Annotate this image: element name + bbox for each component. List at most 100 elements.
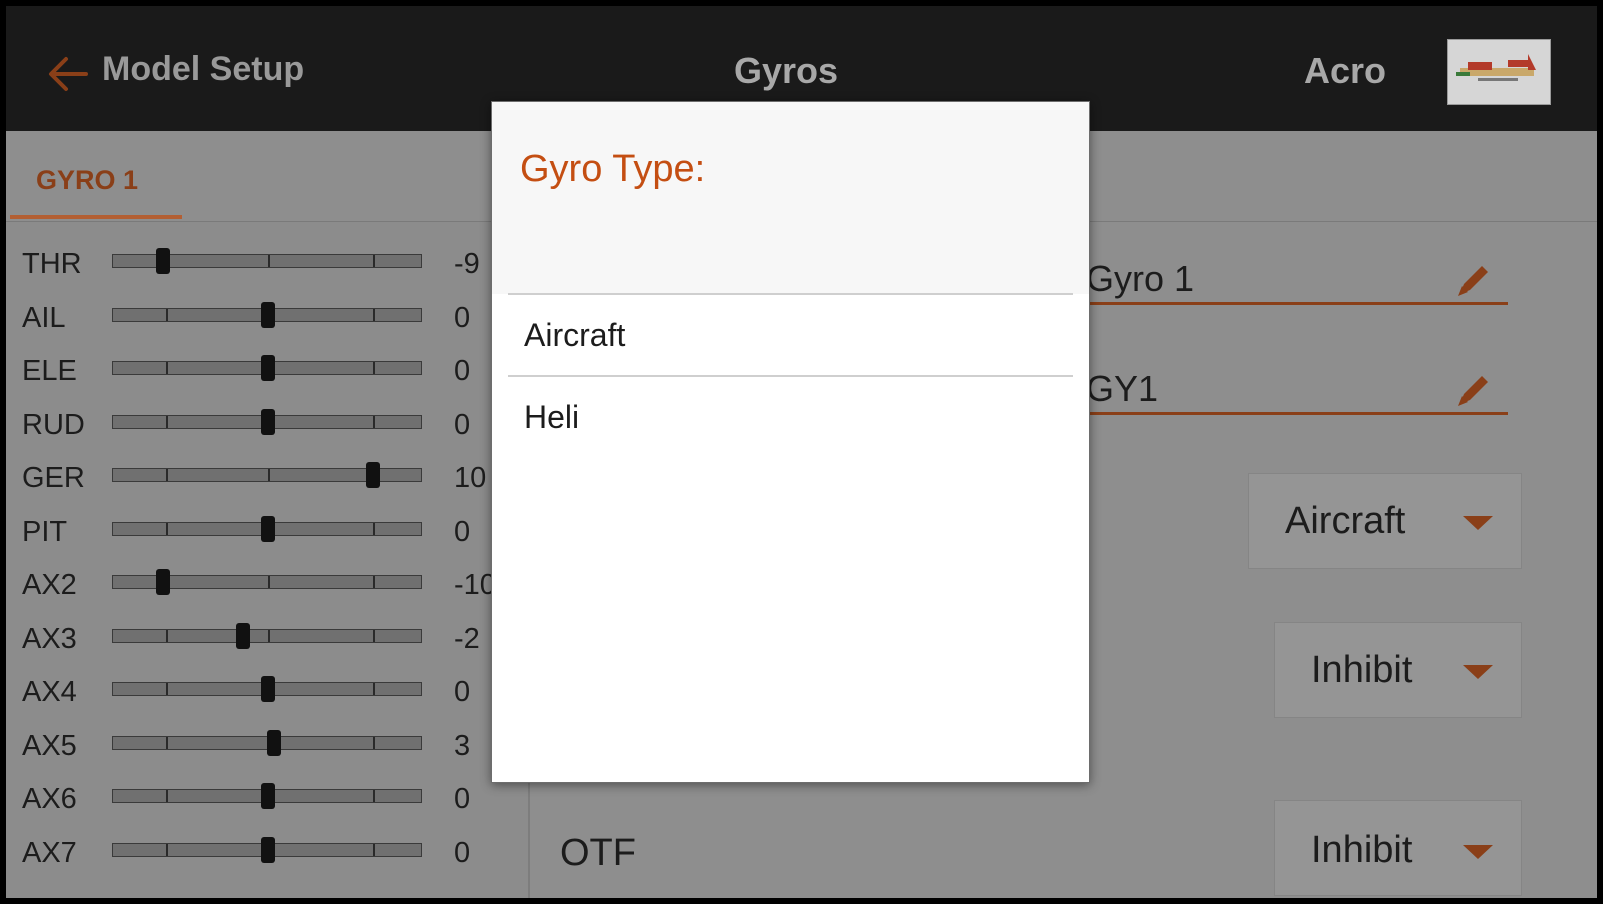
gyro-setting-dropdown[interactable]: Inhibit (1274, 622, 1522, 718)
channel-bar-tick (373, 255, 375, 267)
channel-bar-tick (166, 683, 168, 695)
channel-bar-tick (166, 469, 168, 481)
channel-label: AX5 (22, 729, 77, 762)
channel-bar-tick (373, 415, 375, 428)
page-title: Gyros (734, 50, 839, 91)
channel-row: PIT 0 (6, 502, 526, 554)
channel-position-marker (155, 248, 170, 274)
channel-row: GER 10 (6, 448, 526, 500)
back-label[interactable]: Model Setup (102, 50, 304, 89)
channel-bar (112, 783, 422, 809)
channel-value: 3 (454, 729, 471, 762)
channel-bar-tick (166, 362, 168, 374)
channel-row: ELE 0 (6, 341, 526, 393)
channel-bar-tick (373, 790, 375, 802)
channel-position-marker (366, 462, 381, 488)
channel-row: AX5 3 (6, 716, 526, 768)
channel-value: -9 (454, 248, 480, 280)
channel-label: AX2 (22, 569, 77, 601)
channel-label: AX3 (22, 622, 77, 655)
gyro-type-dialog: Gyro Type: Aircraft Heli (491, 101, 1090, 783)
channel-bar (112, 622, 422, 649)
option-aircraft-label: Aircraft (524, 317, 626, 353)
channel-bar-tick (373, 843, 375, 856)
channel-position-marker (236, 622, 251, 649)
otf-dropdown[interactable]: Inhibit (1274, 800, 1522, 896)
app-frame: Model Setup Gyros Acro GYRO 1 THR -9 AIL 0 E… (0, 0, 1603, 904)
channel-bar-tick (373, 522, 375, 535)
channel-value: 0 (454, 836, 471, 869)
channel-row: AX3 -2 (6, 609, 526, 661)
channel-value: 0 (454, 676, 471, 708)
channel-label: PIT (22, 515, 68, 548)
channel-value: 0 (454, 515, 471, 548)
model-name: Acro (1304, 50, 1387, 91)
pencil-icon[interactable] (1452, 368, 1496, 412)
channel-row: AX7 0 (6, 823, 526, 875)
option-heli[interactable]: Heli (492, 377, 1089, 457)
channel-position-marker (261, 408, 275, 435)
channel-bar-tick (373, 736, 375, 749)
gyro-name-underline (1086, 302, 1508, 305)
tab-gyro-1[interactable]: GYRO 1 (10, 131, 182, 219)
channel-position-marker (155, 569, 170, 595)
chevron-down-icon (1463, 516, 1493, 530)
gyro-name-value[interactable]: Gyro 1 (1086, 258, 1194, 300)
option-heli-label: Heli (524, 399, 580, 435)
channel-bar-tick (373, 576, 375, 588)
otf-label: OTF (560, 832, 636, 874)
channel-label: AX6 (22, 783, 77, 815)
chevron-down-icon (1463, 845, 1493, 859)
channel-bar (112, 515, 422, 542)
dialog-title: Gyro Type: (520, 148, 706, 190)
otf-dropdown-value: Inhibit (1311, 829, 1413, 871)
channel-row: AX6 0 (6, 769, 526, 821)
channel-label: AIL (22, 301, 66, 334)
channel-row: RUD 0 (6, 395, 526, 447)
channel-position-marker (261, 676, 275, 702)
channel-bar-tick (373, 362, 375, 374)
channel-bar (112, 676, 422, 702)
channel-bar (112, 729, 422, 756)
channel-bar (112, 462, 422, 488)
channel-label: AX4 (22, 676, 77, 708)
channel-bar (112, 836, 422, 863)
channel-value: 0 (454, 408, 471, 441)
channel-bar-tick (268, 469, 270, 481)
channel-value: -2 (454, 622, 480, 655)
channel-bar-tick (166, 629, 168, 642)
channel-position-marker (267, 729, 282, 756)
channel-value: 10 (454, 462, 487, 494)
channel-bar-tick (166, 308, 168, 321)
channel-bar-tick (166, 790, 168, 802)
channel-label: RUD (22, 408, 85, 441)
channel-bar (112, 569, 422, 595)
channel-position-marker (261, 515, 275, 542)
channel-position-marker (261, 783, 275, 809)
channel-value: 0 (454, 301, 471, 334)
channel-position-marker (261, 836, 275, 863)
gyro-type-dropdown[interactable]: Aircraft (1248, 473, 1522, 569)
channel-bar (112, 408, 422, 435)
channel-bar-tick (373, 308, 375, 321)
channel-value: -10 (454, 569, 496, 601)
channel-bar-tick (268, 629, 270, 642)
gyro-type-dropdown-value: Aircraft (1285, 500, 1406, 542)
channel-row: AX2 -10 (6, 555, 526, 607)
tab-gyro-1-label: GYRO 1 (36, 165, 139, 195)
pencil-icon[interactable] (1452, 258, 1496, 302)
gyro-short-name-value[interactable]: GY1 (1086, 368, 1158, 410)
channel-monitor: THR -9 AIL 0 ELE 0 RUD 0 GER 10 PIT 0 AX2 -10 AX3 -2 AX4… (6, 222, 526, 898)
channel-value: 0 (454, 355, 471, 387)
model-thumbnail-icon[interactable] (1447, 39, 1551, 105)
channel-bar-tick (268, 255, 270, 267)
chevron-down-icon (1463, 665, 1493, 679)
back-arrow-icon[interactable] (46, 54, 90, 94)
channel-bar-tick (373, 629, 375, 642)
channel-position-marker (261, 355, 275, 381)
option-aircraft[interactable]: Aircraft (492, 295, 1089, 375)
channel-row: THR -9 (6, 234, 526, 286)
channel-bar (112, 301, 422, 328)
channel-bar-tick (268, 576, 270, 588)
channel-label: GER (22, 462, 85, 494)
